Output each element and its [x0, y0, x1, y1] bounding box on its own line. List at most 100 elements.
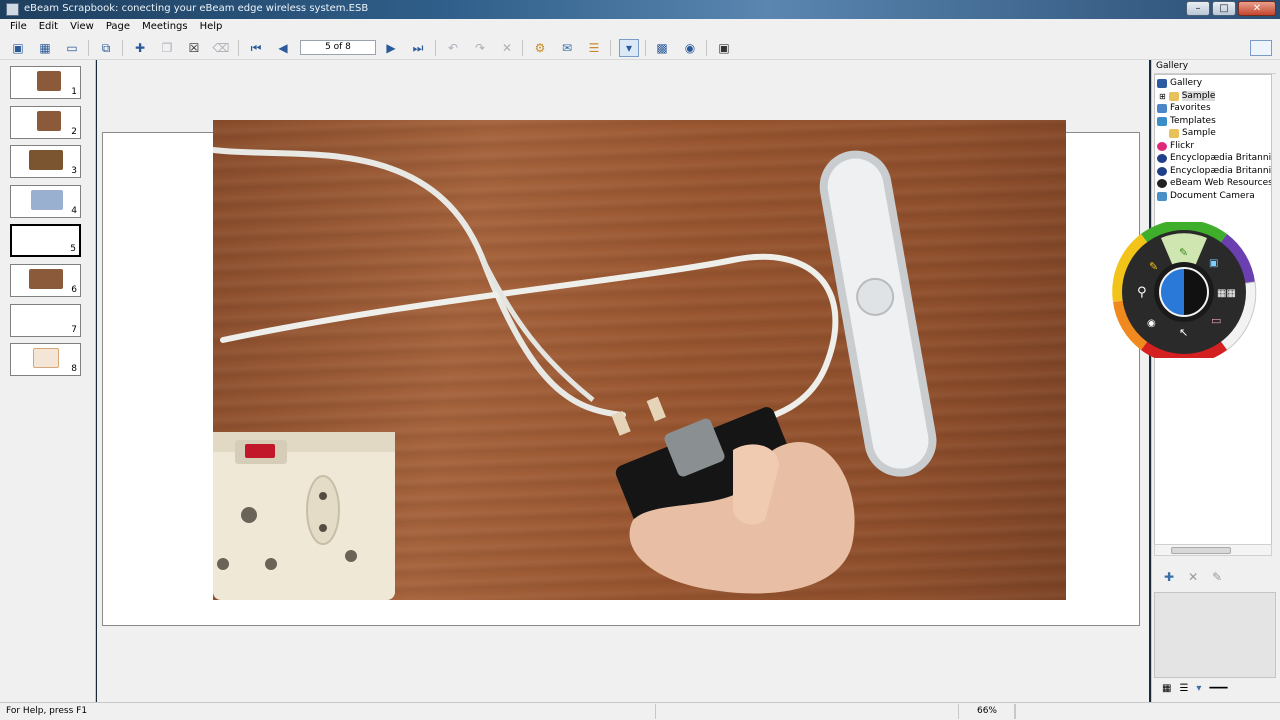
menu-view[interactable]: View [64, 19, 100, 36]
tree-item-templates[interactable]: Templates [1157, 115, 1216, 127]
tree-item-britannica-1[interactable]: Encyclopædia Britannic [1157, 152, 1272, 164]
folder-icon [1169, 128, 1179, 138]
tree-item-templates-sample[interactable]: Sample [1169, 127, 1216, 139]
toolbar: ▣ ▦ ▭ ⧉ ✚ ❐ ☒ ⌫ ⏮ ◀ ▶ ⏭ ↶ ↷ ✕ ⚙ ✉ ☰ ▾ ▩ … [0, 36, 1280, 60]
whiteboard-mode-icon[interactable]: ▾ [619, 39, 639, 57]
share-icon[interactable]: ⚙ [530, 39, 550, 57]
thumbnail-number: 6 [71, 285, 77, 295]
zoom-slider[interactable]: ━━━ [1209, 683, 1227, 694]
camera-icon[interactable]: ▣ [714, 39, 734, 57]
tool-palette[interactable]: ⚲ ▦▦ ◉ ↖ ▭ ✎ ✎ ▣ [1103, 222, 1265, 358]
scrollbar-thumb[interactable] [1171, 547, 1231, 554]
document-icon[interactable]: ☰ [584, 39, 604, 57]
photo-illustration [213, 147, 937, 600]
page-indicator-field[interactable]: 5 of 8 [300, 40, 376, 55]
duplicate-page-icon[interactable]: ❐ [157, 39, 177, 57]
grid-view-icon[interactable]: ▦ [35, 39, 55, 57]
status-bar: For Help, press F1 66% [0, 702, 1280, 720]
flickr-icon [1157, 141, 1167, 151]
gallery-view-controls: ▦ ☰ ▾ ━━━ [1154, 680, 1278, 696]
last-page-icon[interactable]: ⏭ [408, 39, 428, 57]
new-page-icon[interactable]: ✚ [130, 39, 150, 57]
gallery-toolbar: ✚ ✕ ✎ [1154, 566, 1278, 588]
view-dropdown-icon[interactable]: ▾ [1196, 683, 1201, 694]
clear-page-icon[interactable]: ⌫ [211, 39, 231, 57]
tree-item-gallery[interactable]: Gallery [1157, 77, 1202, 89]
delete-icon[interactable]: ✕ [497, 39, 517, 57]
single-view-icon[interactable]: ▭ [62, 39, 82, 57]
redo-icon[interactable]: ↷ [470, 39, 490, 57]
page-thumbnail-4[interactable]: 4 [10, 185, 81, 218]
gallery-icon [1157, 78, 1167, 88]
pointer-icon: ↖ [1179, 326, 1188, 339]
tree-item-document-camera[interactable]: Document Camera [1157, 190, 1255, 202]
expand-icon[interactable]: ⊞ [1159, 92, 1166, 101]
prev-page-icon[interactable]: ◀ [273, 39, 293, 57]
tree-item-flickr[interactable]: Flickr [1157, 140, 1194, 152]
thumbnail-image [31, 190, 63, 210]
thumbnail-number: 4 [71, 206, 77, 216]
gallery-horizontal-scrollbar[interactable] [1154, 544, 1272, 556]
tree-item-sample[interactable]: ⊞ Sample [1159, 90, 1216, 102]
tree-item-label: Flickr [1170, 141, 1195, 151]
tree-item-label: Sample [1181, 91, 1216, 101]
tree-item-label: Encyclopædia Britannic [1170, 153, 1272, 163]
workspace [97, 60, 1149, 702]
gallery-panel: Gallery Gallery ⊞ Sample Favorites Templ… [1151, 60, 1280, 702]
page-thumbnail-3[interactable]: 3 [10, 145, 81, 178]
capture-icon[interactable]: ▩ [652, 39, 672, 57]
icon-view-icon[interactable]: ▦ [1162, 683, 1171, 694]
send-icon[interactable]: ✉ [557, 39, 577, 57]
delete-page-icon[interactable]: ☒ [184, 39, 204, 57]
highlighter-icon: ✎ [1149, 260, 1158, 273]
web-resources-icon [1157, 178, 1167, 188]
menu-file[interactable]: File [4, 19, 33, 36]
add-gallery-icon[interactable]: ✚ [1164, 570, 1174, 584]
thumbnail-number: 8 [71, 364, 77, 374]
tree-item-web-resources[interactable]: eBeam Web Resources [1157, 177, 1272, 189]
list-view-icon[interactable]: ☰ [1179, 683, 1188, 694]
snapshot-icon[interactable]: ◉ [680, 39, 700, 57]
page-photo[interactable] [213, 120, 1066, 600]
tree-item-favorites[interactable]: Favorites [1157, 102, 1211, 114]
menu-edit[interactable]: Edit [33, 19, 64, 36]
title-bar: eBeam Scrapbook: conecting your eBeam ed… [0, 0, 1280, 19]
close-button[interactable]: ✕ [1238, 1, 1276, 16]
fit-page-icon[interactable]: ⧉ [96, 39, 116, 57]
status-cell [1014, 704, 1274, 719]
thumbnails-view-icon[interactable]: ▣ [8, 39, 28, 57]
status-cell [655, 704, 955, 719]
minimize-button[interactable]: – [1186, 1, 1210, 16]
status-help-text: For Help, press F1 [6, 706, 88, 716]
tree-item-label: Document Camera [1170, 191, 1255, 201]
gallery-preview-area [1154, 592, 1276, 678]
app-icon [6, 3, 19, 16]
page-thumbnail-2[interactable]: 2 [10, 106, 81, 139]
tree-item-label: Sample [1182, 128, 1216, 138]
menu-help[interactable]: Help [194, 19, 229, 36]
tree-item-britannica-2[interactable]: Encyclopædia Britannic [1157, 165, 1271, 177]
magnifier-icon: ⚲ [1137, 285, 1147, 300]
edit-gallery-icon[interactable]: ✎ [1212, 570, 1222, 584]
page-thumbnail-1[interactable]: 1 [10, 66, 81, 99]
page-thumbnail-8[interactable]: 8 [10, 343, 81, 376]
page-thumbnail-6[interactable]: 6 [10, 264, 81, 297]
page-thumbnail-7[interactable]: 7 [10, 304, 81, 337]
shapes-icon: ▣ [1209, 258, 1218, 269]
thumbnail-panel: 1 2 3 4 5 6 7 8 [0, 60, 96, 702]
menu-bar: File Edit View Page Meetings Help [0, 19, 1280, 36]
first-page-icon[interactable]: ⏮ [246, 39, 266, 57]
page-thumbnail-5[interactable]: 5 [10, 224, 81, 257]
eraser-icon: ▭ [1211, 314, 1221, 327]
next-page-icon[interactable]: ▶ [381, 39, 401, 57]
document-camera-icon [1157, 191, 1167, 201]
menu-meetings[interactable]: Meetings [136, 19, 194, 36]
undo-icon[interactable]: ↶ [443, 39, 463, 57]
maximize-button[interactable]: □ [1212, 1, 1236, 16]
panel-toggle-button[interactable] [1250, 40, 1272, 56]
gallery-header: Gallery [1154, 61, 1276, 74]
tree-item-label: Gallery [1170, 78, 1203, 88]
menu-page[interactable]: Page [100, 19, 136, 36]
tree-item-label: eBeam Web Resources [1170, 178, 1272, 188]
remove-gallery-icon[interactable]: ✕ [1188, 570, 1198, 584]
